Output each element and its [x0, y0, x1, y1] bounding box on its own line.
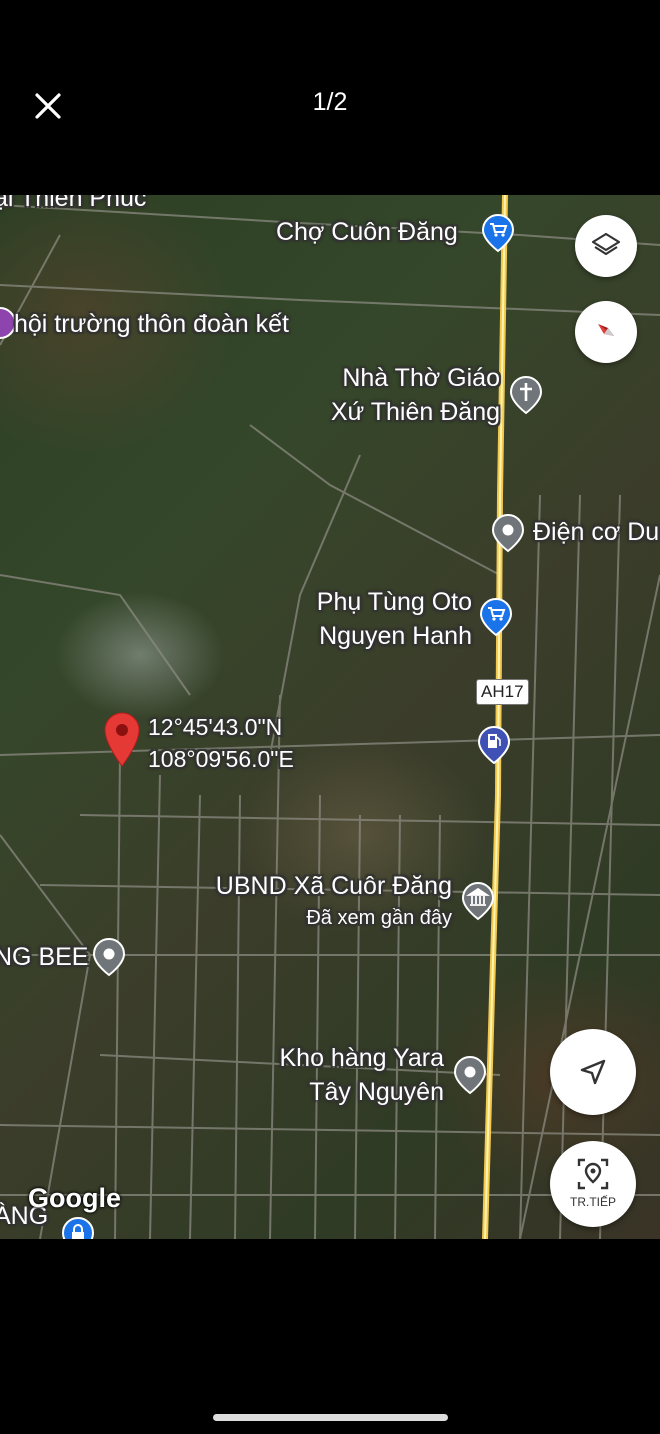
- layers-icon: [591, 232, 621, 256]
- place-pin-icon[interactable]: [91, 937, 127, 977]
- image-counter: 1/2: [312, 88, 348, 116]
- place-label-line: Phụ Tùng Oto: [316, 588, 472, 616]
- home-indicator[interactable]: [213, 1414, 448, 1421]
- layers-button[interactable]: [575, 215, 637, 277]
- lock-icon[interactable]: [60, 1215, 96, 1239]
- google-logo: Google: [28, 1183, 121, 1213]
- place-label-kho-hang-yara[interactable]: Kho hàng Yara Tây Nguyên: [262, 1041, 445, 1109]
- dropped-pin-latitude: 12°45'43.0"N: [148, 714, 283, 740]
- place-label-line: Nguyen Hanh: [319, 622, 472, 650]
- road-shield-ah17: AH17: [476, 679, 529, 705]
- place-label-line: UBND Xã Cuôr Đăng: [215, 872, 452, 900]
- satellite-map[interactable]: ại Thiên Phúc Chợ Cuôn Đăng hội trường t…: [0, 195, 660, 1239]
- dropped-pin-coordinates[interactable]: 12°45'43.0"N 108°09'56.0"E: [148, 711, 294, 775]
- place-pin-icon[interactable]: [490, 513, 526, 553]
- place-label-thien-phuc[interactable]: ại Thiên Phúc: [0, 195, 146, 215]
- shopping-cart-icon[interactable]: [480, 213, 516, 253]
- next-button[interactable]: TR.TIẾP: [550, 1141, 636, 1227]
- place-label-line: Tây Nguyên: [309, 1078, 444, 1106]
- place-label-dien-co[interactable]: Điện cơ Du: [533, 515, 659, 549]
- my-location-button[interactable]: [550, 1029, 636, 1115]
- recently-viewed-label: Đã xem gần đây: [306, 907, 452, 929]
- place-label-ng-bee[interactable]: NG BEE: [0, 940, 88, 974]
- compass-button[interactable]: [575, 301, 637, 363]
- place-label-ubnd[interactable]: UBND Xã Cuôr Đăng: [186, 869, 452, 903]
- place-label-nha-tho[interactable]: Nhà Thờ Giáo Xứ Thiên Đăng: [316, 361, 500, 429]
- next-button-label: TR.TIẾP: [569, 1195, 616, 1209]
- gas-station-icon[interactable]: [476, 725, 512, 765]
- dropped-pin-icon[interactable]: [102, 711, 142, 769]
- place-label-line: Kho hàng Yara: [279, 1044, 445, 1072]
- government-icon[interactable]: [460, 881, 496, 921]
- place-label-hoi-truong[interactable]: hội trường thôn đoàn kết: [14, 307, 289, 341]
- place-label-phu-tung[interactable]: Phụ Tùng Oto Nguyen Hanh: [296, 585, 472, 653]
- place-label-cho-cuon-dang[interactable]: Chợ Cuôn Đăng: [276, 215, 458, 249]
- place-pin-icon[interactable]: [452, 1055, 488, 1095]
- church-icon[interactable]: [508, 375, 544, 415]
- navigation-arrow-icon: [580, 1059, 606, 1085]
- lens-scan-icon: [577, 1158, 609, 1189]
- shopping-cart-icon[interactable]: [478, 597, 514, 637]
- compass-icon: [598, 324, 614, 336]
- place-label-line: Nhà Thờ Giáo: [342, 364, 500, 392]
- top-bar: 1/2: [0, 0, 660, 195]
- place-label-line: Xứ Thiên Đăng: [330, 398, 500, 426]
- dropped-pin-longitude: 108°09'56.0"E: [148, 746, 294, 772]
